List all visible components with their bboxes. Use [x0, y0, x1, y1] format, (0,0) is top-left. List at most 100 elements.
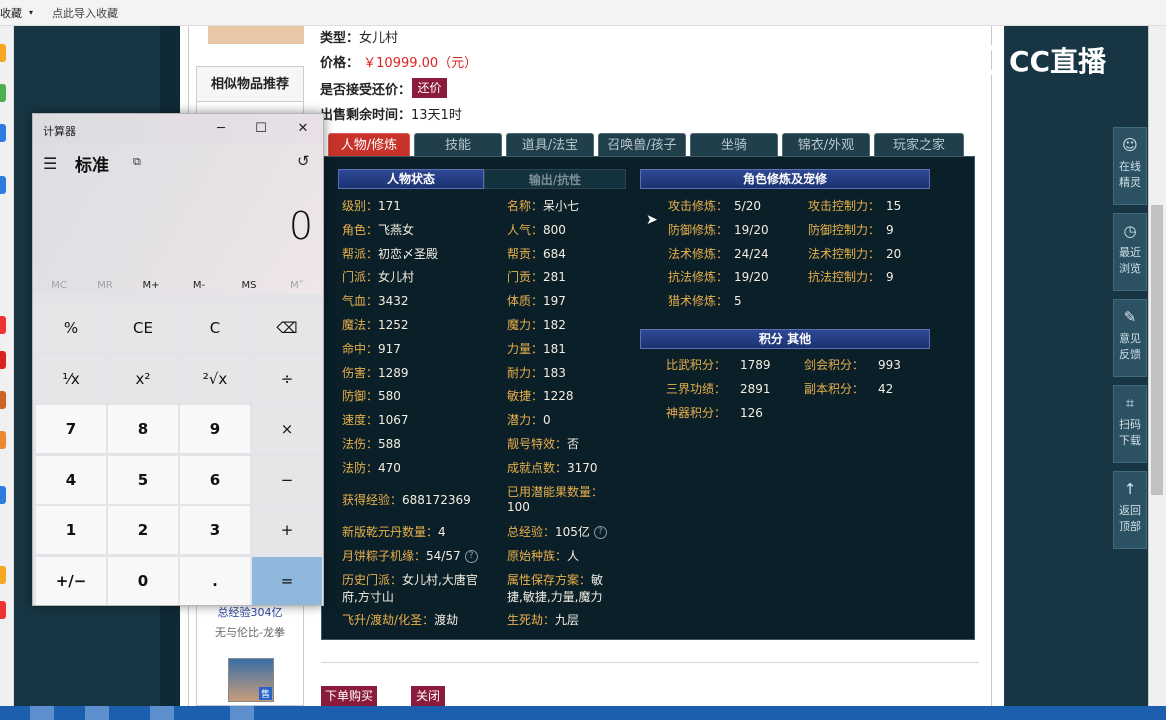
- app-icon[interactable]: [0, 566, 6, 584]
- control-2: 法术控制力： 20: [808, 246, 902, 261]
- calc-key[interactable]: +/−: [36, 556, 106, 605]
- recommend-exp[interactable]: 总经验304亿: [196, 604, 304, 620]
- calc-key[interactable]: 1: [36, 506, 106, 554]
- recommend-thumbnail[interactable]: 售: [228, 658, 274, 702]
- sidebar-recent[interactable]: ◷ 最近 浏览: [1113, 213, 1147, 291]
- calc-key[interactable]: ¹⁄x: [36, 354, 106, 403]
- calc-key[interactable]: ×: [252, 405, 322, 453]
- keep-on-top-icon[interactable]: ⧉: [133, 155, 141, 169]
- tab-items[interactable]: 道具/法宝: [506, 133, 594, 157]
- app-icon[interactable]: [0, 601, 6, 619]
- stat-left-4: 气血：3432: [342, 294, 409, 309]
- stat-race: 原始种族：人: [507, 549, 580, 563]
- similar-items-tab[interactable]: 相似物品推荐: [196, 66, 304, 102]
- app-icon[interactable]: [0, 351, 6, 369]
- calc-key[interactable]: −: [252, 455, 322, 504]
- calc-key[interactable]: ²√x: [180, 354, 250, 403]
- app-icon[interactable]: [0, 176, 6, 194]
- app-icon[interactable]: [0, 486, 6, 504]
- chevron-down-icon[interactable]: ▾: [29, 8, 33, 17]
- calc-key[interactable]: 6: [180, 455, 250, 504]
- stat-attr-plan-cont: 捷,敏捷,力量,魔力: [507, 590, 603, 604]
- calc-key[interactable]: ⌫: [252, 304, 322, 352]
- help-icon[interactable]: ?: [464, 550, 478, 563]
- tab-home[interactable]: 玩家之家: [874, 133, 964, 157]
- app-icon[interactable]: [0, 124, 6, 142]
- calc-key[interactable]: 2: [108, 506, 178, 554]
- stat-left-0: 级别：171: [342, 199, 401, 213]
- buy-button[interactable]: 下单购买: [321, 686, 377, 706]
- scrollbar-thumb[interactable]: [1151, 205, 1163, 495]
- taskbar-app[interactable]: [230, 706, 254, 720]
- calc-key[interactable]: C: [180, 304, 250, 352]
- memory-key[interactable]: MR: [83, 280, 127, 291]
- app-icon[interactable]: [0, 431, 6, 449]
- calc-key[interactable]: 9: [180, 405, 250, 453]
- section-cultivation: 角色修炼及宠修: [640, 169, 930, 189]
- calc-key[interactable]: 5: [108, 455, 178, 504]
- stat-left-2: 帮派：初恋〆圣殿: [342, 246, 439, 261]
- calc-key[interactable]: CE: [108, 304, 178, 352]
- calc-key[interactable]: ÷: [252, 354, 322, 403]
- memory-key[interactable]: M-: [177, 280, 221, 291]
- calculator-titlebar[interactable]: 计算器 ─ ☐ ✕: [33, 114, 323, 144]
- calc-key[interactable]: .: [180, 556, 250, 605]
- taskbar-app[interactable]: [85, 706, 109, 720]
- calc-key[interactable]: x²: [108, 354, 178, 403]
- calc-key[interactable]: +: [252, 506, 322, 554]
- app-icon[interactable]: [0, 44, 6, 62]
- taskbar: [0, 706, 1166, 720]
- tab-skills[interactable]: 技能: [414, 133, 502, 157]
- bargain-button[interactable]: 还价: [412, 78, 447, 98]
- cc-live-logo: CC直播: [975, 40, 1135, 84]
- calc-key[interactable]: 7: [36, 405, 106, 453]
- calc-key[interactable]: 8: [108, 405, 178, 453]
- calculator-title: 计算器: [43, 125, 76, 138]
- tab-outfits[interactable]: 锦衣/外观: [782, 133, 870, 157]
- calc-key[interactable]: 0: [108, 556, 178, 605]
- stat-left-5: 魔法：1252: [342, 318, 409, 332]
- sidebar-feedback[interactable]: ✎ 意见 反馈: [1113, 299, 1147, 377]
- sidebar-online-helper[interactable]: ☺ 在线 精灵: [1113, 127, 1147, 205]
- cultivation-3: 抗法修炼： 19/20: [668, 270, 769, 285]
- memory-key[interactable]: MS: [227, 280, 271, 291]
- left-app-strip: [0, 26, 14, 706]
- taskbar-app[interactable]: [30, 706, 54, 720]
- help-icon[interactable]: ?: [593, 526, 607, 539]
- close-icon[interactable]: ✕: [289, 118, 317, 140]
- minimize-icon[interactable]: ─: [207, 118, 235, 140]
- memory-key[interactable]: MC: [37, 280, 81, 291]
- taskbar-app[interactable]: [150, 706, 174, 720]
- recommend-server: 无与伦比-龙拳: [215, 626, 285, 639]
- calc-key[interactable]: 3: [180, 506, 250, 554]
- sidebar-qr-download[interactable]: ⌗ 扫码 下载: [1113, 385, 1147, 463]
- sidebar-back-top[interactable]: ↑ 返回 顶部: [1113, 471, 1147, 549]
- stat-right-6: 力量：181: [507, 341, 566, 356]
- hamburger-menu-icon[interactable]: ☰: [43, 154, 57, 173]
- app-icon[interactable]: [0, 316, 6, 334]
- section-status[interactable]: 人物状态: [338, 169, 484, 189]
- stat-potion-fruit-value: 100: [507, 500, 530, 514]
- tab-pets[interactable]: 召唤兽/孩子: [598, 133, 686, 157]
- stat-history-school: 历史门派：女儿村,大唐官: [342, 573, 478, 587]
- app-icon[interactable]: [0, 84, 6, 102]
- item-type: 类型：女儿村: [320, 31, 399, 46]
- stat-right-7: 耐力：183: [507, 365, 566, 380]
- divider: [321, 662, 979, 663]
- memory-key[interactable]: M+: [129, 280, 173, 291]
- app-icon[interactable]: [0, 391, 6, 409]
- maximize-icon[interactable]: ☐: [247, 118, 275, 140]
- section-output[interactable]: 输出/抗性: [484, 169, 626, 189]
- import-bookmarks-link[interactable]: 点此导入收藏: [52, 5, 118, 21]
- points-0: 比武积分： 1789: [666, 358, 771, 372]
- history-icon[interactable]: ↺: [297, 152, 310, 170]
- calc-key[interactable]: =: [252, 556, 322, 605]
- memory-key[interactable]: M˅: [275, 280, 319, 291]
- close-button[interactable]: 关闭: [411, 686, 445, 706]
- calc-key[interactable]: 4: [36, 455, 106, 504]
- tab-character[interactable]: 人物/修炼: [328, 133, 410, 157]
- favorites-menu[interactable]: 收藏: [0, 5, 22, 21]
- calc-key[interactable]: %: [36, 304, 106, 352]
- tab-mounts[interactable]: 坐骑: [690, 133, 778, 157]
- points-1: 三界功绩： 2891: [666, 381, 771, 396]
